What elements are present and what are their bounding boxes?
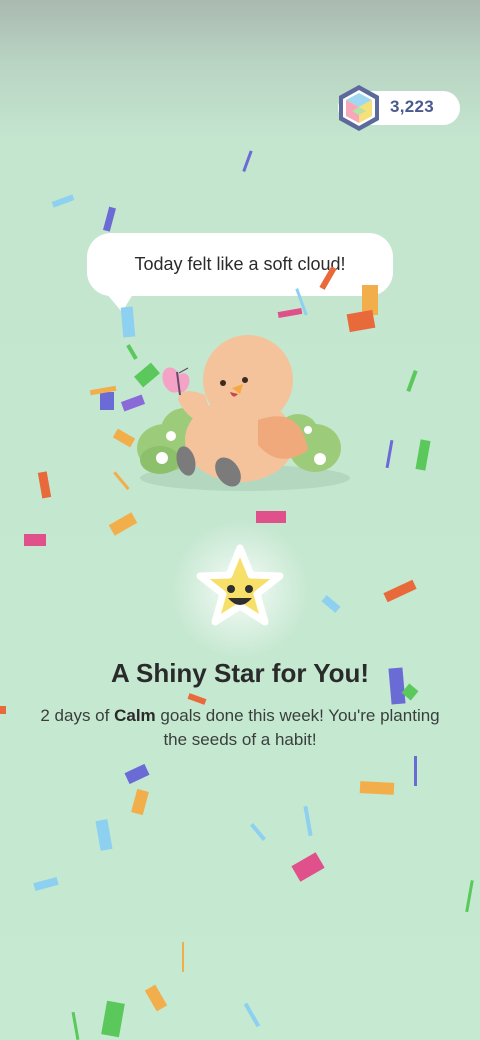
reward-star [150,520,330,660]
message-prefix: 2 days of [40,706,115,725]
reward-message: 2 days of Calm goals done this week! You… [30,704,450,752]
reward-title: A Shiny Star for You! [110,658,370,688]
butterfly-icon [162,367,190,396]
smiling-star-icon [170,520,310,660]
message-suffix: goals done this week! You're planting th… [155,706,440,749]
goal-name: Calm [114,706,156,725]
